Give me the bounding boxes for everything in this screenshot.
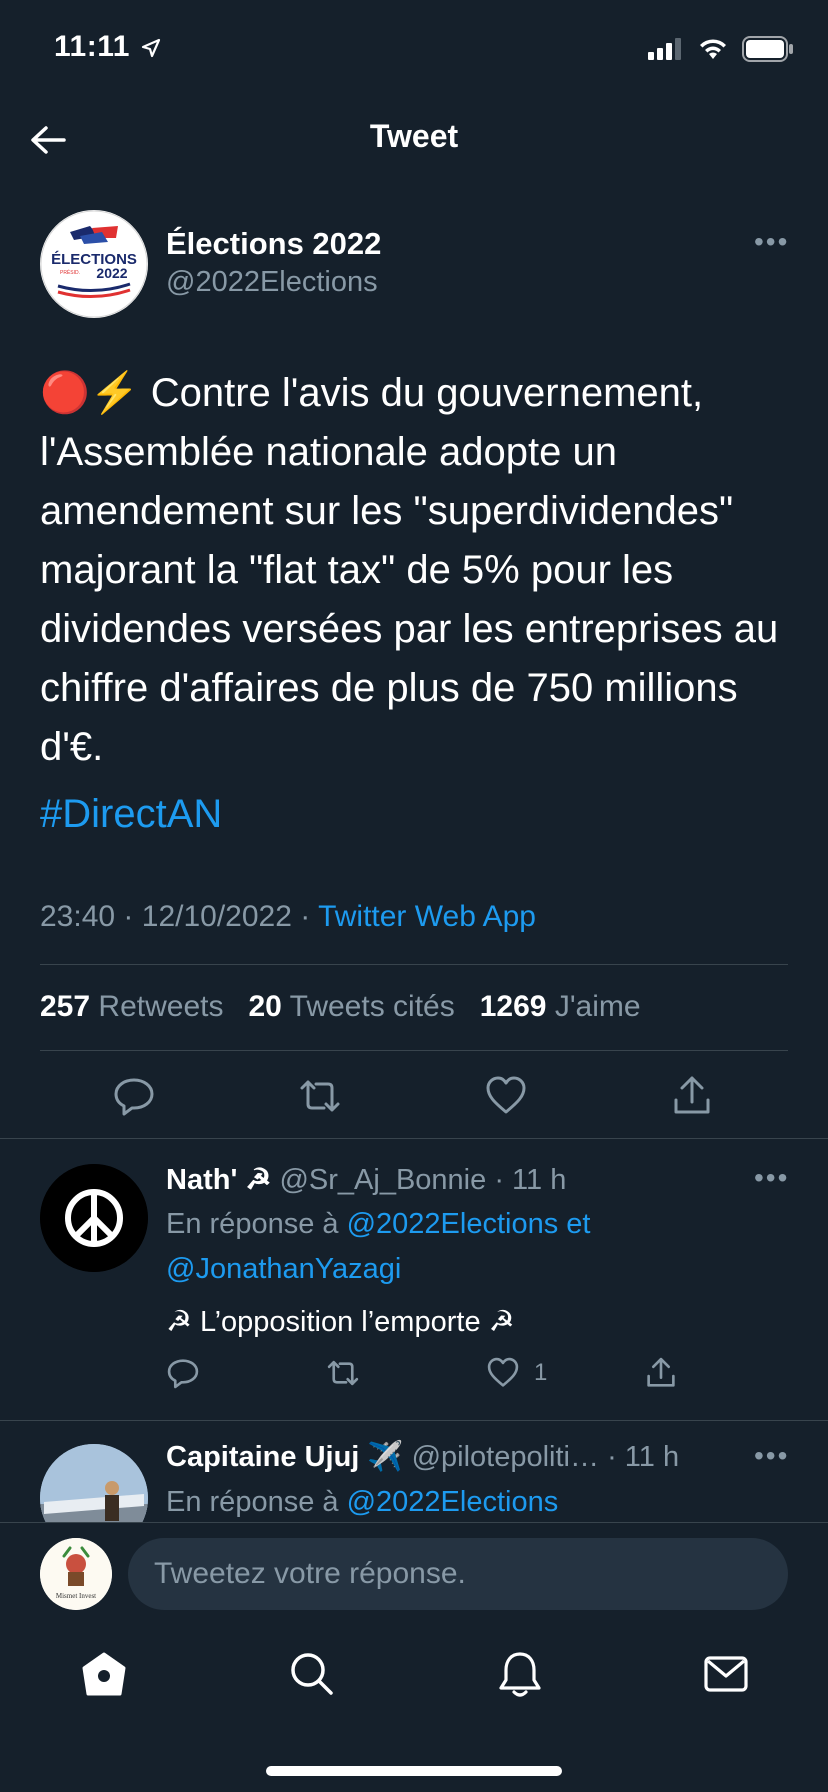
tweet-time: 23:40 (40, 900, 116, 933)
tab-home[interactable] (78, 1648, 130, 1700)
retweet-icon (327, 1360, 359, 1386)
reply-time: · 11 h (494, 1164, 567, 1196)
tweet-text: 🔴⚡ Contre l'avis du gouvernement, l'Asse… (40, 371, 779, 769)
reply-icon (114, 1078, 154, 1116)
divider (40, 1050, 788, 1051)
retweets-label: Retweets (98, 990, 224, 1023)
retweet-icon (300, 1080, 340, 1112)
author-name[interactable]: Élections 2022 (166, 226, 381, 262)
in-reply-link[interactable]: @2022Elections (347, 1486, 559, 1518)
like-icon (486, 1076, 526, 1114)
retweets-stat[interactable]: 257 Retweets (40, 990, 223, 1023)
quotes-label: Tweets cités (289, 990, 455, 1023)
signal-icon (648, 38, 681, 60)
hashtag-link[interactable]: #DirectAN (40, 792, 222, 837)
like-icon (487, 1357, 519, 1387)
page-title: Tweet (369, 118, 459, 154)
divider (40, 964, 788, 965)
tweet-source[interactable]: Twitter Web App (318, 900, 536, 933)
status-indicators (648, 36, 794, 62)
share-icon (647, 1357, 675, 1387)
retweet-button[interactable] (326, 1356, 360, 1390)
likes-count: 1269 (479, 990, 547, 1023)
more-icon[interactable]: ••• (754, 1440, 789, 1472)
composer-avatar-label: Mismet Invest (56, 1592, 96, 1600)
tweet-date: 12/10/2022 (141, 900, 292, 933)
reply-button[interactable] (112, 1074, 156, 1118)
logo-text-mid: PRÉSID. (60, 269, 80, 276)
reply-time: · 11 h (607, 1441, 680, 1473)
like-count: 1 (534, 1359, 548, 1386)
retweet-button[interactable] (298, 1074, 342, 1118)
share-button[interactable] (670, 1074, 714, 1118)
author-avatar[interactable]: ÉLECTIONS PRÉSID. 2022 (40, 210, 148, 318)
tab-messages[interactable] (700, 1648, 752, 1700)
divider (0, 1420, 828, 1421)
reply-context: En réponse à @2022Elections et @Jonathan… (166, 1202, 786, 1292)
likes-stat[interactable]: 1269 J'aime (480, 990, 641, 1023)
status-time-text: 11:11 (54, 30, 130, 63)
reply-context: En réponse à @2022Elections (166, 1480, 558, 1525)
quotes-count: 20 (248, 990, 282, 1023)
retweets-count: 257 (40, 990, 91, 1023)
share-button[interactable] (644, 1356, 678, 1390)
search-icon (291, 1653, 333, 1695)
reply-text: ☭ L’opposition l’emporte ☭ (166, 1306, 515, 1338)
elections-logo: ÉLECTIONS PRÉSID. 2022 (40, 210, 148, 318)
home-icon (82, 1652, 126, 1696)
mail-icon (704, 1656, 748, 1692)
reply-icon (167, 1359, 199, 1389)
wifi-icon (700, 39, 726, 59)
meta-separator: · (123, 900, 134, 933)
tweet-meta: 23:40 · 12/10/2022 · Twitter Web App (40, 900, 536, 934)
user-avatar-icon: Mismet Invest (40, 1538, 112, 1610)
logo-text-year: 2022 (96, 265, 127, 281)
status-time: 11:11 (54, 30, 161, 64)
author-handle[interactable]: @2022Elections (166, 266, 378, 299)
reply-author-handle[interactable]: @pilotepoliti… (412, 1441, 599, 1473)
tab-notifications[interactable] (494, 1648, 546, 1700)
peace-icon (40, 1164, 148, 1272)
in-reply-link[interactable]: @2022Elections et (347, 1208, 591, 1240)
bell-icon (499, 1652, 541, 1697)
in-reply-prefix: En réponse à (166, 1486, 339, 1518)
reply-author-handle[interactable]: @Sr_Aj_Bonnie (279, 1164, 486, 1196)
reply-author-name[interactable]: Nath' ☭ (166, 1164, 271, 1196)
likes-label: J'aime (554, 990, 641, 1023)
location-arrow-icon (141, 38, 160, 58)
tweet-stats: 257 Retweets 20 Tweets cités 1269 J'aime (40, 990, 641, 1024)
like-button[interactable]: 1 (486, 1356, 547, 1390)
reply-header: Nath' ☭ @Sr_Aj_Bonnie · 11 h (166, 1162, 566, 1197)
reply-header: Capitaine Ujuj ✈️ @pilotepoliti… · 11 h (166, 1440, 679, 1474)
in-reply-link-2[interactable]: @JonathanYazagi (166, 1253, 401, 1285)
meta-separator: · (300, 900, 311, 933)
home-indicator[interactable] (266, 1766, 562, 1776)
reply-author-name[interactable]: Capitaine Ujuj ✈️ (166, 1441, 404, 1473)
battery-icon (742, 36, 793, 62)
reply-input[interactable] (128, 1538, 788, 1610)
like-button[interactable] (484, 1074, 528, 1118)
divider (0, 1522, 828, 1523)
more-icon[interactable]: ••• (754, 226, 789, 258)
more-icon[interactable]: ••• (754, 1162, 789, 1194)
composer-avatar[interactable]: Mismet Invest (40, 1538, 112, 1610)
in-reply-prefix: En réponse à (166, 1208, 339, 1240)
quotes-stat[interactable]: 20 Tweets cités (248, 990, 454, 1023)
share-icon (674, 1076, 710, 1114)
reply-avatar[interactable] (40, 1164, 148, 1272)
reply-button[interactable] (166, 1356, 200, 1390)
tab-search[interactable] (286, 1648, 338, 1700)
divider (0, 1138, 828, 1139)
